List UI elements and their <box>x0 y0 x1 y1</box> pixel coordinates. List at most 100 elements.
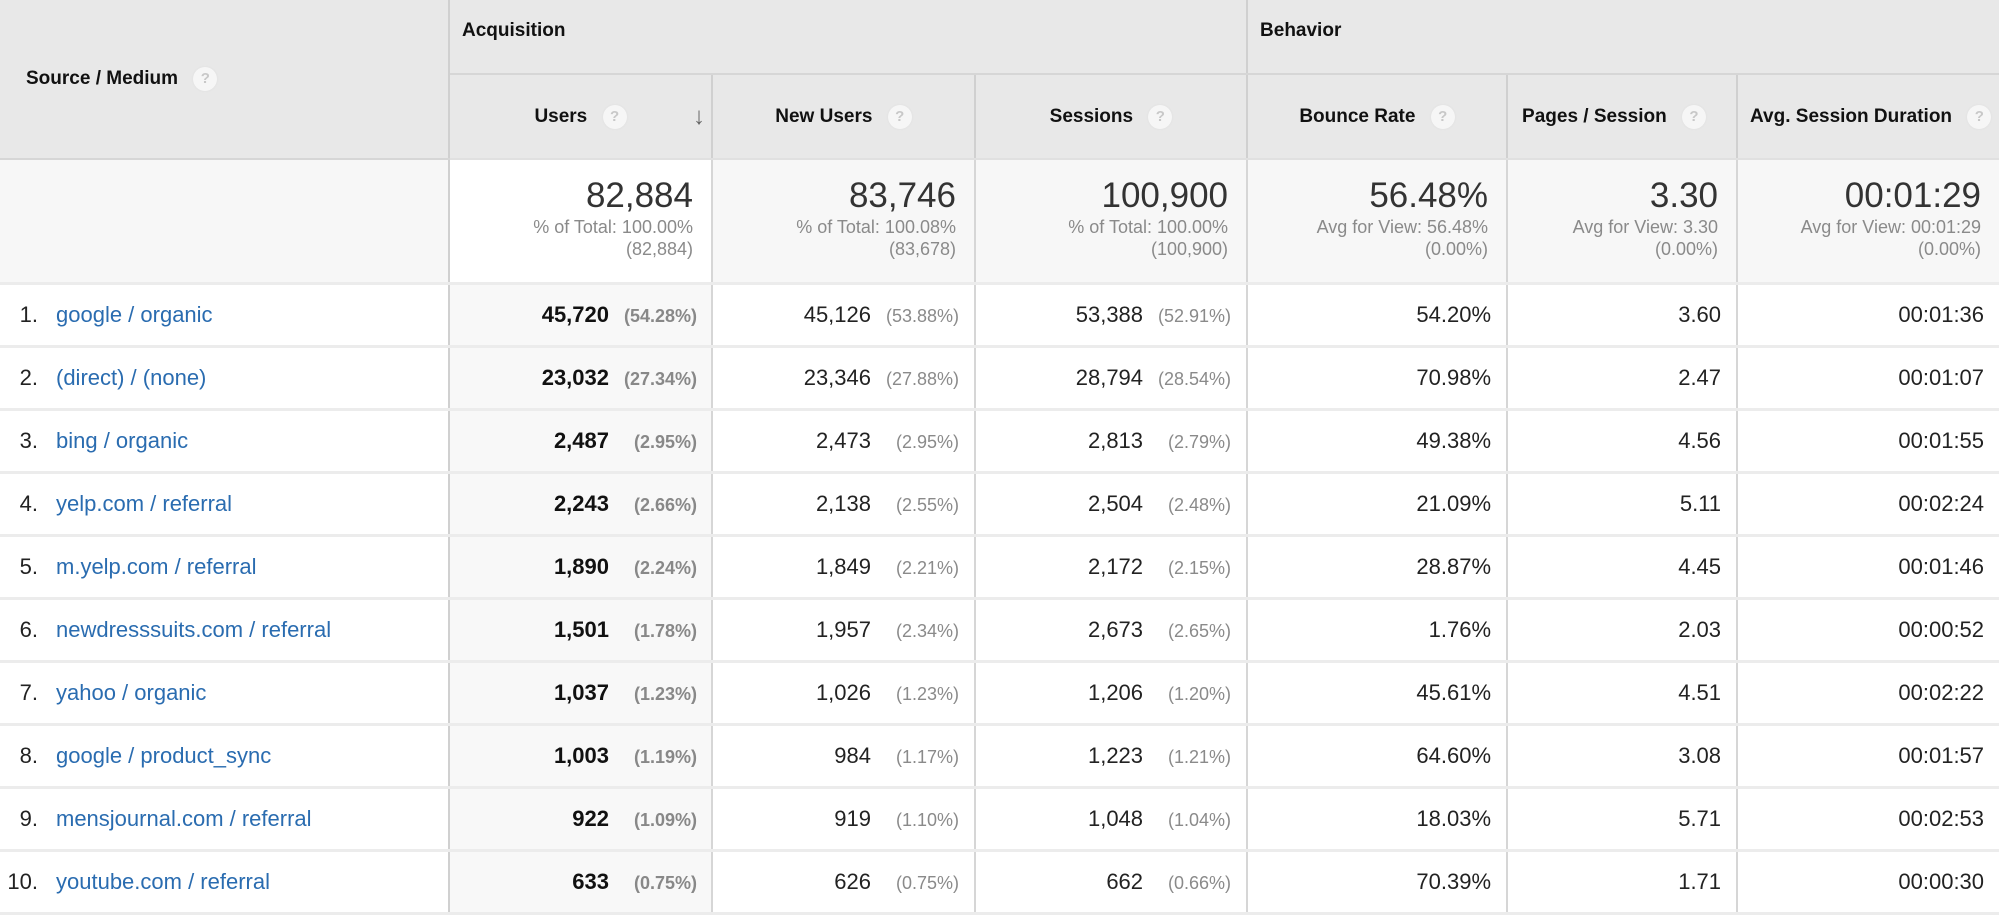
new-users-cell: 23,346 (27.88%) <box>712 346 976 411</box>
sessions-cell: 1,206 (1.20%) <box>975 661 1249 726</box>
source-medium-link[interactable]: google / product_sync <box>56 743 271 768</box>
sessions-column-header[interactable]: Sessions ? <box>975 74 1249 160</box>
new-users-value: 1,849 <box>815 553 871 579</box>
source-medium-link[interactable]: youtube.com / referral <box>56 869 270 894</box>
table-row: 1. google / organic 45,720 (54.28%) 45,126… <box>0 283 1999 348</box>
table-row: 5. m.yelp.com / referral 1,890 (2.24%) 1,8… <box>0 535 1999 600</box>
pages-session-cell: 4.51 <box>1507 661 1739 726</box>
avg-session-duration-cell: 00:01:55 <box>1737 409 1999 474</box>
new-users-value: 626 <box>834 868 871 894</box>
users-cell: 2,487 (2.95%) <box>449 409 713 474</box>
bounce-rate-header-label[interactable]: Bounce Rate <box>1299 106 1415 127</box>
users-percent: (1.09%) <box>633 809 697 830</box>
new-users-percent: (1.17%) <box>895 746 959 767</box>
total-bounce-rate-avg: Avg for View: 56.48% <box>1316 217 1489 237</box>
dimension-header-label[interactable]: Source / Medium <box>26 68 178 89</box>
pages-session-cell: 4.45 <box>1507 535 1739 600</box>
avg-session-duration-cell: 00:00:52 <box>1737 598 1999 663</box>
users-value: 2,487 <box>553 427 609 453</box>
users-cell: 2,243 (2.66%) <box>449 472 713 537</box>
row-rank: 5. <box>19 553 38 579</box>
avg-session-duration-cell: 00:01:57 <box>1737 724 1999 789</box>
avg-session-duration-cell: 00:01:36 <box>1737 283 1999 348</box>
new-users-percent: (27.88%) <box>885 368 959 389</box>
avg-session-duration-cell: 00:01:07 <box>1737 346 1999 411</box>
users-percent: (1.23%) <box>633 683 697 704</box>
new-users-cell: 2,473 (2.95%) <box>712 409 976 474</box>
new-users-header-label[interactable]: New Users <box>775 106 872 127</box>
row-rank: 6. <box>19 616 38 642</box>
help-icon[interactable]: ? <box>602 104 627 129</box>
source-medium-link[interactable]: yelp.com / referral <box>56 491 232 516</box>
sessions-value: 2,504 <box>1087 490 1144 516</box>
bounce-rate-column-header[interactable]: Bounce Rate ? <box>1247 74 1509 160</box>
total-new-users-value: 83,746 <box>848 176 956 215</box>
sessions-percent: (2.65%) <box>1168 620 1232 641</box>
help-icon[interactable]: ? <box>193 67 218 91</box>
bounce-rate-cell: 54.20% <box>1247 283 1509 348</box>
row-rank: 9. <box>19 805 38 831</box>
sessions-value: 662 <box>1106 868 1144 894</box>
source-medium-link[interactable]: google / organic <box>56 302 213 327</box>
sessions-header-label[interactable]: Sessions <box>1050 106 1133 127</box>
sessions-value: 1,223 <box>1087 742 1144 768</box>
help-icon[interactable]: ? <box>1430 104 1455 129</box>
new-users-value: 23,346 <box>803 364 871 390</box>
source-medium-cell: 6. newdresssuits.com / referral <box>0 598 450 663</box>
source-medium-cell: 2. (direct) / (none) <box>0 346 450 411</box>
sessions-cell: 2,504 (2.48%) <box>975 472 1249 537</box>
pages-session-cell: 3.08 <box>1507 724 1739 789</box>
users-cell: 23,032 (27.34%) <box>449 346 713 411</box>
source-medium-link[interactable]: newdresssuits.com / referral <box>56 617 331 642</box>
avg-session-duration-cell: 00:02:53 <box>1737 787 1999 852</box>
new-users-percent: (2.95%) <box>895 431 959 452</box>
avg-session-duration-header-label[interactable]: Avg. Session Duration <box>1750 106 1952 127</box>
source-medium-link[interactable]: mensjournal.com / referral <box>56 806 312 831</box>
help-icon[interactable]: ? <box>1967 104 1992 129</box>
sessions-percent: (1.04%) <box>1168 809 1232 830</box>
total-pages-session-avg: Avg for View: 3.30 <box>1572 217 1719 237</box>
table-row: 4. yelp.com / referral 2,243 (2.66%) 2,138… <box>0 472 1999 537</box>
users-cell: 1,890 (2.24%) <box>449 535 713 600</box>
avg-session-duration-cell: 00:02:22 <box>1737 661 1999 726</box>
row-rank: 1. <box>19 301 38 327</box>
new-users-cell: 2,138 (2.55%) <box>712 472 976 537</box>
total-users-base: (82,884) <box>625 239 693 259</box>
users-value: 1,037 <box>553 679 609 705</box>
sessions-percent: (0.66%) <box>1168 872 1232 893</box>
sessions-cell: 2,673 (2.65%) <box>975 598 1249 663</box>
sort-descending-icon[interactable]: ↓ <box>693 103 705 131</box>
help-icon[interactable]: ? <box>1682 104 1706 129</box>
source-medium-cell: 7. yahoo / organic <box>0 661 450 726</box>
sessions-value: 53,388 <box>1075 301 1144 327</box>
help-icon[interactable]: ? <box>1148 104 1173 129</box>
total-pages-session: 3.30 Avg for View: 3.30 (0.00%) <box>1507 159 1739 285</box>
sessions-percent: (1.21%) <box>1168 746 1232 767</box>
total-avg-session-duration-avg: Avg for View: 00:01:29 <box>1800 217 1982 237</box>
users-value: 1,003 <box>553 742 609 768</box>
users-percent: (2.24%) <box>633 557 697 578</box>
table-row: 3. bing / organic 2,487 (2.95%) 2,473 (2.95… <box>0 409 1999 474</box>
users-value: 1,501 <box>553 616 609 642</box>
users-value: 922 <box>572 805 609 831</box>
new-users-column-header[interactable]: New Users ? <box>712 74 976 160</box>
data-rows: 1. google / organic 45,720 (54.28%) 45,126… <box>0 283 1999 915</box>
users-cell: 1,501 (1.78%) <box>449 598 713 663</box>
totals-dimension-cell <box>0 159 450 285</box>
users-cell: 45,720 (54.28%) <box>449 283 713 348</box>
source-medium-link[interactable]: m.yelp.com / referral <box>56 554 257 579</box>
users-header-label[interactable]: Users <box>534 106 587 127</box>
help-icon[interactable]: ? <box>887 104 912 129</box>
source-medium-link[interactable]: bing / organic <box>56 428 188 453</box>
users-percent: (1.19%) <box>633 746 697 767</box>
users-column-header[interactable]: Users ? ↓ <box>449 74 713 160</box>
avg-session-duration-column-header[interactable]: Avg. Session Duration ? <box>1737 74 1999 160</box>
bounce-rate-cell: 70.39% <box>1247 850 1509 915</box>
source-medium-link[interactable]: yahoo / organic <box>56 680 206 705</box>
bounce-rate-cell: 70.98% <box>1247 346 1509 411</box>
total-sessions-value: 100,900 <box>1101 176 1229 215</box>
pages-session-column-header[interactable]: Pages / Session ? <box>1507 74 1739 160</box>
pages-session-header-label[interactable]: Pages / Session <box>1522 106 1667 127</box>
bounce-rate-cell: 28.87% <box>1247 535 1509 600</box>
source-medium-link[interactable]: (direct) / (none) <box>56 365 206 390</box>
